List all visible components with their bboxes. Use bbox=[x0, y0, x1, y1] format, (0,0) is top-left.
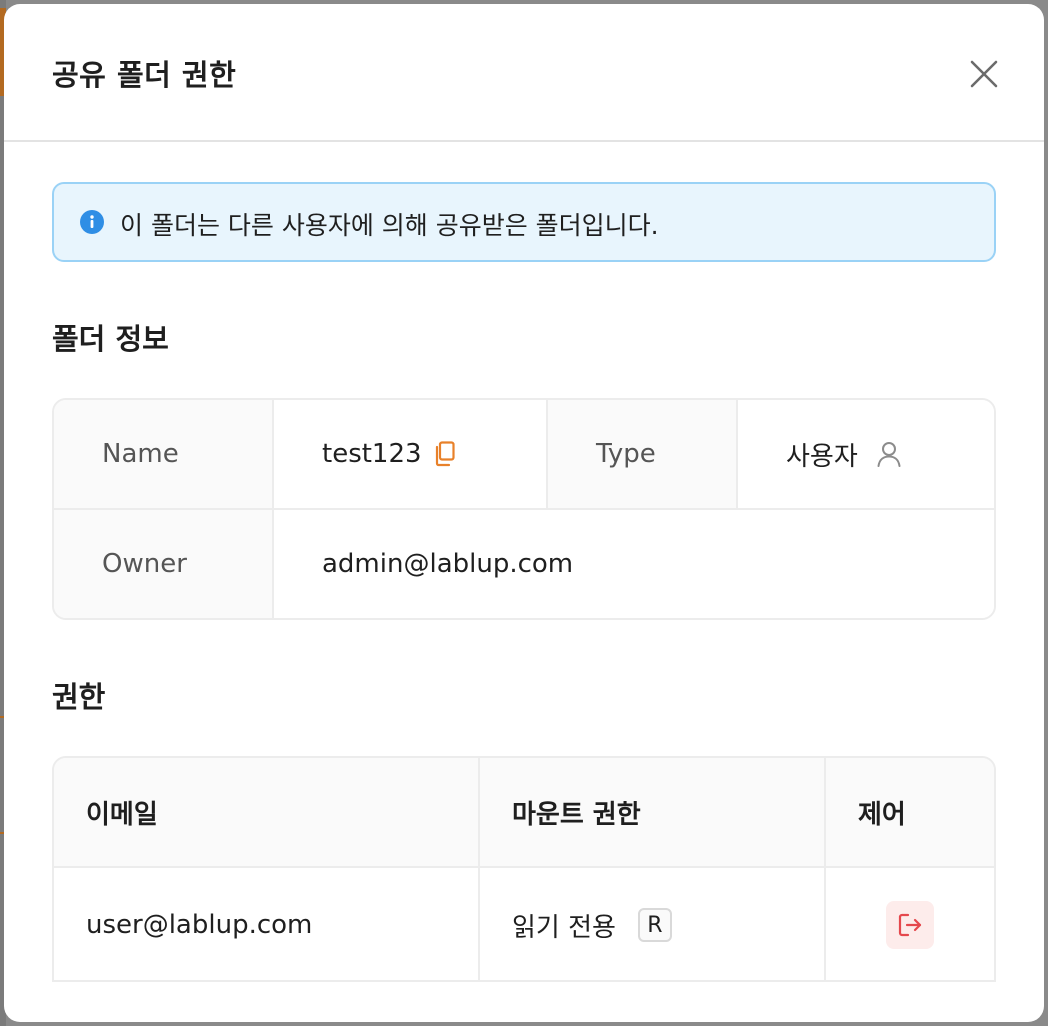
shared-folder-permission-modal: 공유 폴더 권한 이 폴더는 다른 사용자에 의해 공유받은 폴더입니다. 폴더… bbox=[4, 4, 1044, 1022]
name-value-cell: test123 bbox=[274, 400, 546, 508]
folder-info-section-title: 폴더 정보 bbox=[52, 322, 169, 356]
divider bbox=[478, 758, 480, 980]
table-cell-email: user@lablup.com bbox=[54, 868, 478, 980]
divider bbox=[546, 400, 548, 508]
shared-folder-info-alert: 이 폴더는 다른 사용자에 의해 공유받은 폴더입니다. bbox=[52, 182, 996, 262]
user-icon bbox=[877, 442, 901, 467]
table-cell-permission: 읽기 전용 R bbox=[480, 868, 824, 980]
column-header-mount-permission: 마운트 권한 bbox=[480, 758, 824, 866]
info-icon bbox=[80, 210, 104, 234]
permission-section-title: 권한 bbox=[52, 680, 106, 714]
name-label: Name bbox=[54, 400, 272, 508]
divider bbox=[736, 400, 738, 508]
alert-message: 이 폴더는 다른 사용자에 의해 공유받은 폴더입니다. bbox=[120, 211, 659, 240]
folder-name: test123 bbox=[322, 439, 422, 469]
column-header-email: 이메일 bbox=[54, 758, 478, 866]
type-label: Type bbox=[548, 400, 736, 508]
table-cell-control bbox=[826, 868, 994, 980]
column-header-control: 제어 bbox=[826, 758, 994, 866]
divider bbox=[824, 758, 826, 980]
permission-tag: R bbox=[637, 908, 672, 942]
close-button[interactable] bbox=[968, 58, 1000, 90]
leave-folder-button[interactable] bbox=[886, 901, 934, 949]
permission-table: 이메일 마운트 권한 제어 user@lablup.com 읽기 전용 R bbox=[52, 756, 996, 982]
copy-icon[interactable] bbox=[434, 441, 456, 467]
modal-header: 공유 폴더 권한 bbox=[4, 4, 1044, 142]
divider bbox=[54, 508, 994, 510]
modal-title: 공유 폴더 권한 bbox=[52, 58, 237, 92]
leave-icon bbox=[898, 913, 922, 937]
owner-value: admin@lablup.com bbox=[274, 510, 994, 618]
close-icon bbox=[970, 60, 998, 88]
permission-text: 읽기 전용 bbox=[512, 912, 616, 943]
divider bbox=[54, 866, 994, 868]
folder-info-descriptions: Name test123 Type 사용자 Owner admin@lablup… bbox=[52, 398, 996, 620]
type-value-cell: 사용자 bbox=[738, 400, 994, 508]
folder-type: 사용자 bbox=[786, 441, 858, 472]
owner-label: Owner bbox=[54, 510, 272, 618]
